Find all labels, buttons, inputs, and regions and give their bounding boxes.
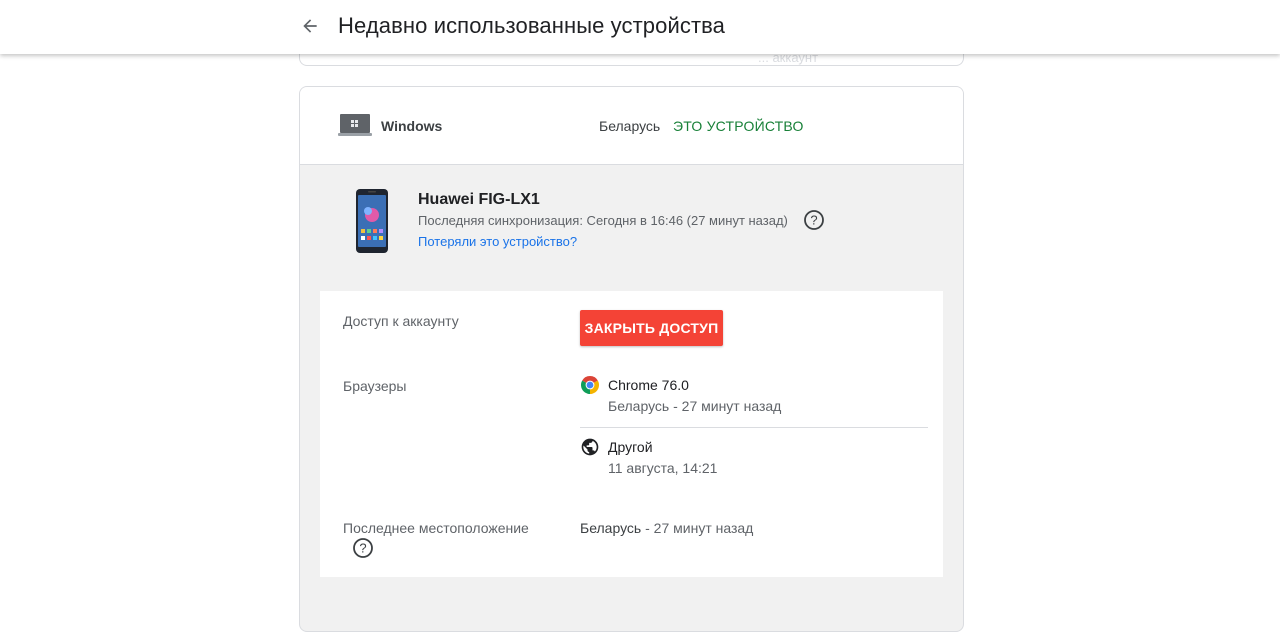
smartphone-icon — [356, 189, 388, 253]
chrome-icon — [581, 376, 599, 394]
device-name: Huawei FIG-LX1 — [418, 191, 540, 208]
device-card: Windows Беларусь ЭТО УСТРОЙСТВО Huawei F… — [299, 86, 964, 632]
globe-icon — [581, 438, 599, 456]
laptop-icon — [338, 114, 372, 136]
page: ... аккаунт Недавно использованные устро… — [0, 0, 1280, 640]
arrow-back-icon — [303, 19, 317, 33]
browser-meta: 11 августа, 14:21 — [608, 460, 718, 476]
account-access-label: Доступ к аккаунту — [343, 313, 459, 329]
svg-text:?: ? — [810, 213, 817, 228]
location-time: - 27 минут назад — [641, 520, 754, 536]
current-device-name: Windows — [381, 118, 443, 134]
browser-meta: Беларусь - 27 минут назад — [608, 398, 782, 414]
browsers-label: Браузеры — [343, 378, 407, 394]
current-device-country: Беларусь — [599, 118, 661, 134]
lost-device-link[interactable]: Потеряли это устройство? — [418, 234, 577, 249]
back-button[interactable] — [296, 12, 324, 40]
device-details-panel: Доступ к аккаунту ЗАКРЫТЬ ДОСТУП Браузер… — [320, 291, 943, 577]
svg-text:?: ? — [359, 541, 366, 556]
this-device-badge: ЭТО УСТРОЙСТВО — [673, 118, 804, 134]
browser-name: Chrome 76.0 — [608, 377, 689, 393]
location-country: Беларусь — [580, 520, 642, 536]
current-device-row[interactable]: Windows Беларусь ЭТО УСТРОЙСТВО — [300, 87, 963, 165]
top-bar: Недавно использованные устройства — [0, 0, 1280, 54]
last-location-label: Последнее местоположение — [343, 520, 529, 536]
close-access-button[interactable]: ЗАКРЫТЬ ДОСТУП — [580, 310, 723, 346]
browser-name: Другой — [608, 439, 653, 455]
divider — [580, 427, 928, 428]
last-sync-text: Последняя синхронизация: Сегодня в 16:46… — [418, 213, 788, 228]
help-icon[interactable]: ? — [352, 537, 374, 559]
help-icon[interactable]: ? — [803, 209, 825, 231]
last-location-value: Беларусь - 27 минут назад — [580, 520, 753, 536]
page-title: Недавно использованные устройства — [338, 13, 725, 38]
